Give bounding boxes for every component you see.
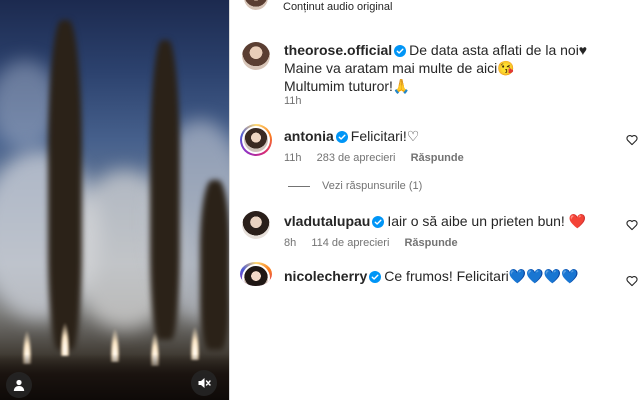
mute-button[interactable] xyxy=(191,370,217,396)
verified-badge-icon xyxy=(394,45,407,57)
comment-body: vladutalupau Iair o să aibe un prieten bu… xyxy=(284,212,614,230)
caption-line-1: De data asta aflati de la noi♥ xyxy=(409,42,588,58)
caption-avatar[interactable] xyxy=(242,42,270,70)
comment-text: Ce frumos! Felicitari💙💙💙💙 xyxy=(384,268,579,284)
comment-avatar[interactable] xyxy=(242,211,270,239)
comment-body: nicolecherry Ce frumos! Felicitari💙💙💙💙 xyxy=(284,267,614,285)
reply-button[interactable]: Răspunde xyxy=(411,152,464,164)
reply-button[interactable]: Răspunde xyxy=(404,237,457,249)
comments-panel: Conținut audio original theorose.officia… xyxy=(230,0,644,400)
heart-outline-icon[interactable] xyxy=(626,275,638,287)
audio-label[interactable]: Conținut audio original xyxy=(283,1,392,13)
user-tag-icon xyxy=(13,379,25,391)
heart-outline-icon[interactable] xyxy=(626,134,638,146)
tree-silhouette xyxy=(150,40,180,340)
tagged-users-button[interactable] xyxy=(6,372,32,398)
comment-username[interactable]: antonia xyxy=(284,128,334,144)
caption-line-3: Multumim tuturor!🙏 xyxy=(284,78,411,94)
verified-badge-icon xyxy=(369,271,382,283)
comment-likes[interactable]: 114 de aprecieri xyxy=(311,237,389,249)
comment-body: antonia Felicitari!♡ xyxy=(284,127,614,145)
caption-username[interactable]: theorose.official xyxy=(284,42,392,58)
comment-username[interactable]: vladutalupau xyxy=(284,213,370,229)
caption-meta: 11h xyxy=(284,95,314,107)
tree-silhouette xyxy=(48,20,82,350)
comment-text: Felicitari!♡ xyxy=(350,128,420,144)
caption-time[interactable]: 11h xyxy=(284,95,302,107)
verified-badge-icon xyxy=(335,131,348,143)
comment-text: Iair o să aibe un prieten bun! ❤️ xyxy=(387,213,587,229)
post-video[interactable] xyxy=(0,0,229,400)
author-avatar[interactable] xyxy=(244,0,268,10)
firework-spark xyxy=(60,322,70,356)
comment-meta: 8h 114 de aprecieri Răspunde xyxy=(284,237,470,249)
replies-divider xyxy=(288,186,310,187)
verified-badge-icon xyxy=(372,216,385,228)
speaker-muted-icon xyxy=(198,378,211,388)
caption-body: theorose.official De data asta aflati de … xyxy=(284,41,614,95)
comment-username[interactable]: nicolecherry xyxy=(284,268,367,284)
tree-silhouette xyxy=(200,180,229,350)
comment-time[interactable]: 11h xyxy=(284,152,302,164)
view-replies-button[interactable]: Vezi răspunsurile (1) xyxy=(322,180,422,192)
comment-time[interactable]: 8h xyxy=(284,237,296,249)
comment-likes[interactable]: 283 de aprecieri xyxy=(317,152,396,164)
caption-line-2: Maine va aratam mai multe de aici😘 xyxy=(284,60,515,76)
heart-outline-icon[interactable] xyxy=(626,219,638,231)
comment-meta: 11h 283 de aprecieri Răspunde xyxy=(284,152,476,164)
comment-avatar[interactable] xyxy=(240,262,272,286)
comment-avatar[interactable] xyxy=(240,124,272,156)
